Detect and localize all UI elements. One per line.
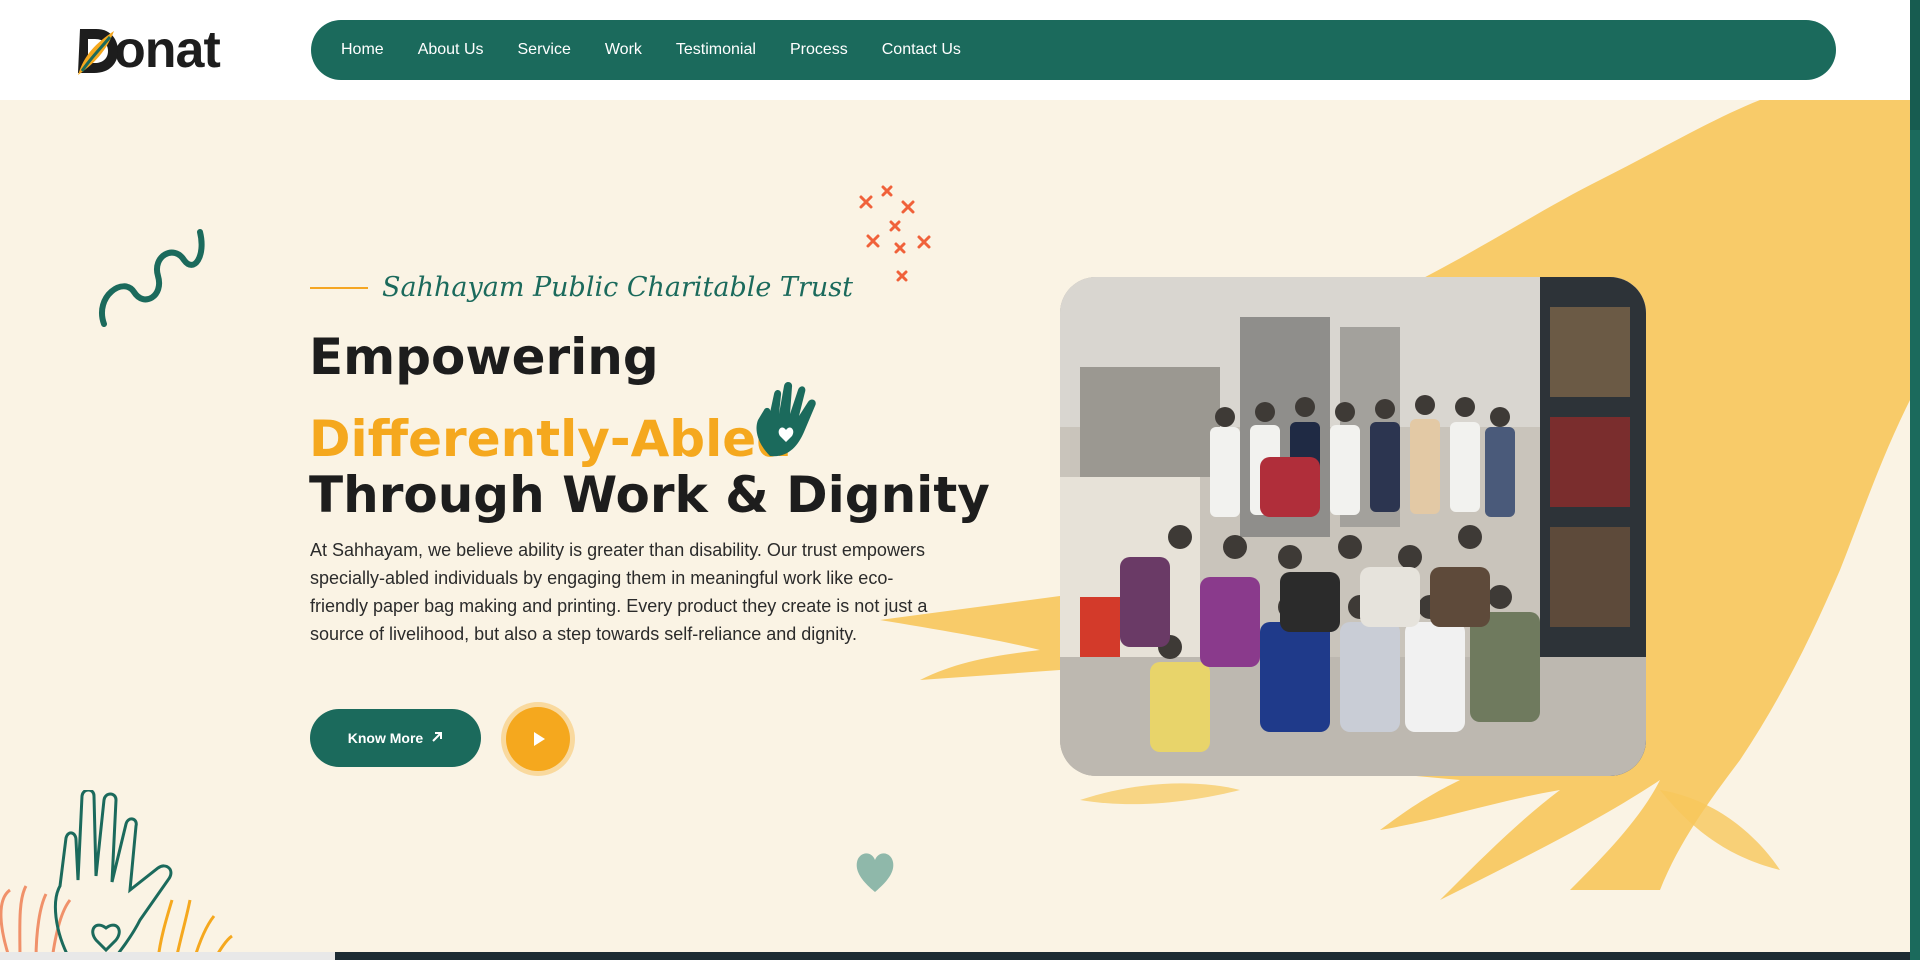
bottom-strip xyxy=(0,952,1910,960)
bottom-strip-segment xyxy=(0,952,335,960)
hero-group-photo xyxy=(1060,277,1646,776)
nav-testimonial[interactable]: Testimonial xyxy=(676,41,756,59)
hero-tagline: Sahhayam Public Charitable Trust xyxy=(310,272,853,303)
site-header: onat Home About Us Service Work Testimon… xyxy=(0,0,1910,100)
nav-service[interactable]: Service xyxy=(518,41,571,59)
main-nav: Home About Us Service Work Testimonial P… xyxy=(311,20,1836,80)
hands-outline-decoration-icon xyxy=(0,790,233,960)
hero-heading-line-1: Empowering xyxy=(309,328,659,386)
scrollbar-thumb[interactable] xyxy=(1910,0,1920,130)
squiggle-decoration-icon xyxy=(99,229,205,327)
tagline-divider xyxy=(310,286,368,289)
know-more-label: Know More xyxy=(347,730,424,746)
arrow-up-right-icon xyxy=(431,730,443,746)
nav-contact-us[interactable]: Contact Us xyxy=(882,41,961,59)
know-more-button[interactable]: Know More xyxy=(310,709,481,767)
sparkle-stars-icon xyxy=(859,185,931,282)
hero-description: At Sahhayam, we believe ability is great… xyxy=(310,540,928,644)
site-logo[interactable]: onat xyxy=(74,21,221,79)
tagline-text: Sahhayam Public Charitable Trust xyxy=(382,272,853,303)
play-icon xyxy=(534,732,545,746)
logo-mark-icon xyxy=(74,25,118,75)
nav-home[interactable]: Home xyxy=(341,41,384,59)
hand-heart-icon xyxy=(756,381,816,457)
nav-about-us[interactable]: About Us xyxy=(418,41,484,59)
hero-heading-line-3: Through Work & Dignity xyxy=(309,466,990,524)
hero-heading-line-2: Differently-Abled xyxy=(309,410,792,468)
page-scrollbar[interactable] xyxy=(1910,0,1920,960)
play-video-button[interactable] xyxy=(506,707,570,771)
nav-work[interactable]: Work xyxy=(605,41,642,59)
nav-process[interactable]: Process xyxy=(790,41,848,59)
heart-decoration-icon xyxy=(856,853,894,892)
logo-text: onat xyxy=(114,21,221,79)
